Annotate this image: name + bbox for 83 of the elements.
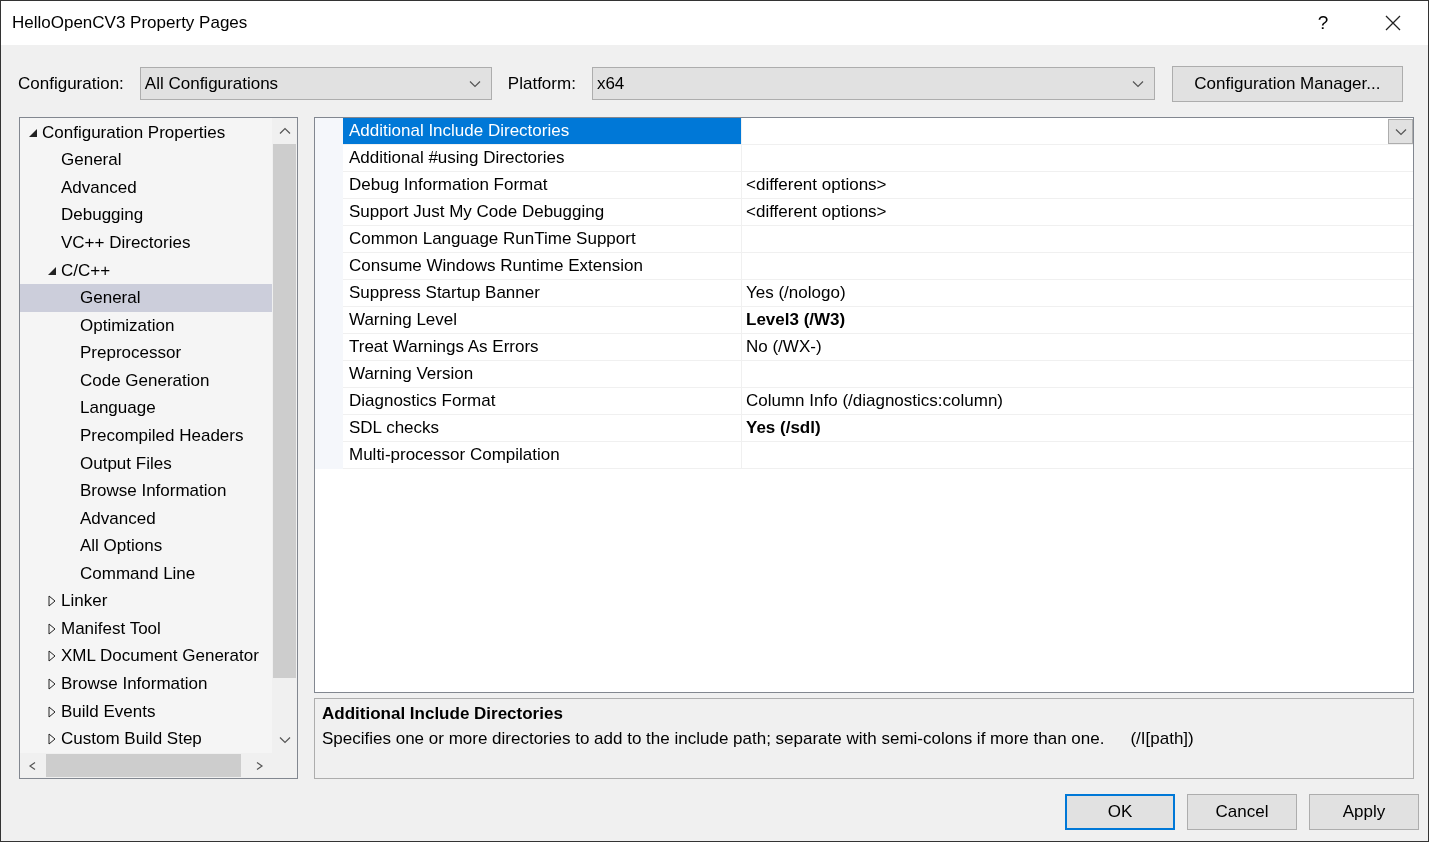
property-value-cell[interactable]: Yes (/nologo)	[742, 280, 1413, 307]
tree-item[interactable]: Browse Information	[20, 670, 272, 698]
collapsed-triangle-icon[interactable]	[47, 678, 57, 691]
switch-text: (/I[path])	[1130, 729, 1194, 750]
property-name[interactable]: Additional #using Directories	[343, 145, 742, 172]
collapsed-triangle-icon[interactable]	[47, 595, 57, 608]
configuration-manager-button[interactable]: Configuration Manager...	[1171, 65, 1403, 102]
scroll-down-icon	[278, 736, 291, 744]
tree-item[interactable]: Advanced	[20, 504, 272, 533]
property-name[interactable]: Support Just My Code Debugging	[343, 199, 742, 226]
tree-item[interactable]: Code Generation	[20, 367, 272, 395]
description-text: Specifies one or more directories to add to the include path; separate with semi-colons if more than one.	[322, 729, 1105, 750]
property-name[interactable]: Common Language RunTime Support	[343, 226, 742, 253]
vertical-scrollbar[interactable]	[272, 118, 297, 753]
configuration-label: Configuration:	[18, 73, 124, 94]
tree-item[interactable]: Custom Build Step	[20, 725, 272, 753]
dialog-button[interactable]: Cancel	[1187, 794, 1297, 830]
tree-item[interactable]: Preprocessor	[20, 339, 272, 368]
dialog-button[interactable]: OK	[1065, 794, 1175, 830]
scrollbar-thumb[interactable]	[46, 754, 241, 777]
tree-item[interactable]: Configuration Properties	[20, 119, 272, 147]
tree-item[interactable]: Command Line	[20, 560, 272, 588]
property-value-cell[interactable]	[742, 118, 1413, 145]
tree-item[interactable]: Manifest Tool	[20, 615, 272, 643]
tree-item[interactable]: Build Events	[20, 697, 272, 726]
property-value: Column Info (/diagnostics:column)	[746, 391, 1003, 411]
chevron-down-icon	[468, 79, 481, 88]
property-value-cell[interactable]: No (/WX-)	[742, 334, 1413, 361]
tree-item[interactable]: Browse Information	[20, 477, 272, 505]
window-title: HelloOpenCV3 Property Pages	[12, 13, 249, 33]
close-icon	[1385, 15, 1401, 31]
property-name[interactable]: Diagnostics Format	[343, 388, 742, 415]
collapsed-triangle-icon[interactable]	[47, 733, 57, 746]
property-value-cell[interactable]: <different options>	[742, 172, 1413, 199]
property-value: Yes (/sdl)	[746, 418, 821, 438]
tree-item[interactable]: XML Document Generator	[20, 642, 272, 671]
configuration-dropdown[interactable]: All Configurations	[139, 67, 492, 100]
chevron-down-icon	[1131, 79, 1144, 88]
property-value: Yes (/nologo)	[746, 283, 846, 303]
dialog-button[interactable]: Apply	[1309, 794, 1419, 830]
property-value: Level3 (/W3)	[746, 310, 846, 330]
property-value: No (/WX-)	[746, 337, 822, 357]
dropdown-button[interactable]	[1388, 119, 1413, 144]
property-value: <different options>	[746, 202, 887, 222]
horizontal-scrollbar[interactable]	[20, 753, 272, 778]
chevron-down-icon	[1394, 127, 1407, 136]
property-name[interactable]: Suppress Startup Banner	[343, 280, 742, 307]
help-button[interactable]: ?	[1288, 1, 1358, 45]
tree-item[interactable]: All Options	[20, 532, 272, 560]
property-value: <different options>	[746, 175, 887, 195]
scrollbar-thumb[interactable]	[273, 144, 296, 678]
property-name[interactable]: Warning Level	[343, 307, 742, 334]
property-name[interactable]: Multi-processor Compilation	[343, 442, 742, 469]
tree-item[interactable]: VC++ Directories	[20, 229, 272, 257]
platform-dropdown[interactable]: x64	[591, 67, 1155, 100]
property-value-cell[interactable]: Column Info (/diagnostics:column)	[742, 388, 1413, 415]
property-value-cell[interactable]: Yes (/sdl)	[742, 415, 1413, 442]
tree-item[interactable]: General	[20, 146, 272, 175]
property-name[interactable]: SDL checks	[343, 415, 742, 442]
tree-item[interactable]: Precompiled Headers	[20, 422, 272, 450]
tree-item[interactable]: Optimization	[20, 311, 272, 340]
property-name[interactable]: Consume Windows Runtime Extension	[343, 253, 742, 280]
property-name[interactable]: Treat Warnings As Errors	[343, 334, 742, 361]
expanded-triangle-icon[interactable]	[47, 265, 57, 276]
property-value-cell[interactable]: <different options>	[742, 199, 1413, 226]
description-title: Additional Include Directories	[322, 704, 564, 725]
scroll-up-icon	[278, 127, 291, 135]
collapsed-triangle-icon[interactable]	[47, 705, 57, 718]
tree-item[interactable]: Debugging	[20, 201, 272, 230]
property-name[interactable]: Additional Include Directories	[343, 118, 742, 145]
tree-item[interactable]: Language	[20, 394, 272, 423]
platform-label: Platform:	[507, 73, 576, 94]
tree-item[interactable]: Output Files	[20, 449, 272, 478]
tree-item[interactable]: C/C++	[20, 256, 272, 285]
tree-item[interactable]: General	[20, 284, 272, 312]
expanded-triangle-icon[interactable]	[28, 127, 38, 138]
tree-item[interactable]: Linker	[20, 587, 272, 616]
collapsed-triangle-icon[interactable]	[47, 622, 57, 635]
property-value-cell[interactable]: Level3 (/W3)	[742, 307, 1413, 334]
property-name[interactable]: Debug Information Format	[343, 172, 742, 199]
property-name[interactable]: Warning Version	[343, 361, 742, 388]
tree-item[interactable]: Advanced	[20, 174, 272, 202]
collapsed-triangle-icon[interactable]	[47, 650, 57, 663]
